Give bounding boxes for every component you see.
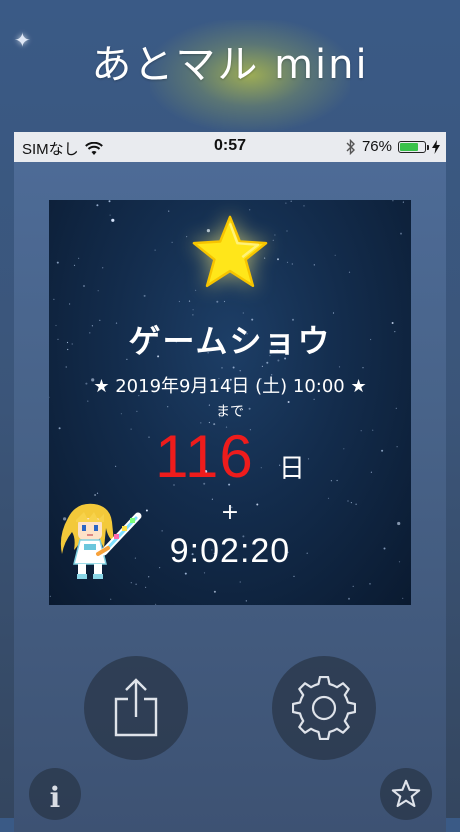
background-star	[203, 572, 206, 574]
event-name: ゲームショウ	[128, 322, 332, 360]
background-star	[242, 312, 244, 314]
battery-percent: 76%	[361, 138, 392, 155]
countdown-card[interactable]: ゲームショウ ★ 2019年9月14日 (土) 10:00 ★ まで 116 日…	[49, 200, 411, 605]
background-star	[109, 214, 111, 216]
battery-level	[400, 142, 419, 151]
background-star	[143, 294, 146, 297]
background-star	[277, 258, 279, 261]
background-star	[348, 271, 351, 273]
background-star	[290, 200, 292, 202]
app-title: あとマル mini	[91, 42, 369, 88]
background-star	[96, 204, 99, 207]
background-star	[332, 312, 335, 314]
background-star	[303, 205, 305, 207]
until-label: まで	[216, 404, 244, 420]
bluetooth-icon	[346, 138, 355, 155]
background-star	[65, 366, 67, 368]
background-star	[369, 583, 371, 585]
share-button[interactable]	[84, 656, 188, 760]
star-icon	[192, 215, 268, 288]
background-star	[111, 218, 115, 222]
info-icon: i	[49, 780, 61, 814]
status-bar: SIMなし 0:57 76%	[14, 132, 446, 162]
background-star	[239, 581, 241, 583]
background-star	[78, 257, 80, 259]
background-star	[348, 597, 350, 600]
background-star	[171, 241, 173, 243]
background-star	[266, 361, 269, 364]
status-right: 76%	[346, 138, 440, 155]
gear-icon	[292, 676, 356, 740]
background-star	[291, 263, 293, 265]
background-star	[293, 575, 295, 577]
background-star	[94, 494, 97, 496]
background-star	[338, 366, 341, 368]
background-star	[249, 209, 251, 211]
sparkle-icon: ✦	[14, 28, 31, 52]
background-star	[352, 585, 354, 587]
days-remaining: 116 日	[49, 422, 411, 491]
star-outline-icon	[391, 779, 421, 808]
background-star	[286, 230, 288, 232]
background-star	[155, 603, 157, 605]
background-star	[334, 254, 336, 256]
background-star	[49, 595, 51, 597]
background-star	[286, 261, 289, 263]
background-star	[102, 267, 104, 269]
background-star	[261, 365, 263, 367]
background-star	[402, 597, 404, 599]
battery-icon	[398, 140, 429, 153]
background-star	[213, 590, 216, 593]
charging-icon	[432, 139, 440, 154]
background-star	[285, 202, 287, 204]
character-mascot-icon	[60, 503, 142, 579]
background-star	[188, 300, 191, 302]
background-star	[232, 366, 235, 369]
event-date: ★ 2019年9月14日 (土) 10:00 ★	[93, 376, 367, 397]
background-star	[108, 200, 111, 203]
background-star	[221, 367, 223, 369]
background-star	[272, 239, 274, 241]
share-icon	[114, 678, 158, 737]
background-star	[327, 497, 330, 499]
background-star	[223, 300, 226, 303]
background-star	[97, 290, 99, 292]
favorite-button[interactable]	[380, 768, 432, 820]
background-star	[184, 572, 187, 575]
background-star	[145, 586, 147, 588]
background-star	[313, 264, 315, 266]
info-button[interactable]: i	[29, 768, 81, 820]
background-star	[402, 201, 404, 203]
background-star	[216, 300, 219, 303]
settings-button[interactable]	[272, 656, 376, 760]
background-star	[245, 600, 247, 602]
background-star	[96, 492, 99, 494]
background-star	[313, 398, 315, 400]
days-unit: 日	[278, 454, 305, 484]
background-star	[392, 200, 394, 202]
background-star	[110, 598, 112, 600]
background-star	[362, 367, 364, 369]
background-star	[154, 249, 156, 251]
background-star	[400, 232, 402, 235]
background-star	[186, 236, 188, 238]
background-star	[56, 261, 59, 264]
background-star	[168, 210, 170, 212]
background-star	[178, 300, 180, 303]
background-star	[274, 234, 276, 236]
background-star	[69, 303, 71, 305]
days-value: 116	[155, 423, 254, 490]
background-star	[135, 583, 137, 585]
background-star	[53, 298, 55, 300]
background-star	[83, 285, 85, 287]
background-star	[73, 264, 76, 266]
background-star	[192, 309, 194, 311]
